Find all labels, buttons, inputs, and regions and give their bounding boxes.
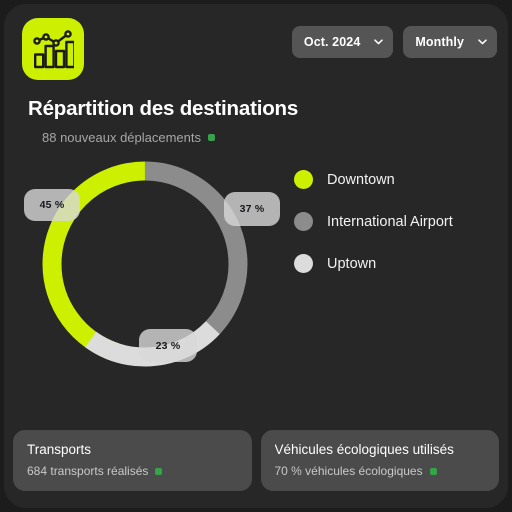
legend-item-international-airport[interactable]: International Airport (294, 212, 453, 231)
stat-card-transports-subtitle: 684 transports réalisés (27, 464, 149, 478)
status-badge-icon (208, 134, 216, 141)
legend-swatch-downtown-icon (294, 170, 313, 189)
period-frequency-label: Monthly (415, 35, 464, 49)
chart-legend: Downtown International Airport Uptown (294, 170, 453, 273)
header-filters: Oct. 2024 Monthly (291, 26, 497, 58)
legend-label-downtown: Downtown (327, 171, 395, 188)
stat-card-eco-vehicles-title: Véhicules écologiques utilisés (274, 442, 454, 457)
page-subtitle: 88 nouveaux déplacements (42, 130, 202, 145)
dashboard-panel: Oct. 2024 Monthly Répartition des destin… (4, 4, 508, 508)
donut-label-downtown-text: 45 % (39, 199, 65, 211)
bar-line-chart-icon (32, 29, 74, 69)
legend-label-international-airport: International Airport (327, 213, 453, 230)
period-month-label: Oct. 2024 (303, 35, 361, 49)
period-month-select[interactable]: Oct. 2024 (291, 26, 394, 58)
donut-chart: 45 % 37 % 23 % (18, 154, 280, 394)
stat-card-eco-vehicles-subtitle-row: 70 % véhicules écologiques (275, 464, 486, 478)
legend-item-uptown[interactable]: Uptown (294, 254, 453, 273)
page-title: Répartition des destinations (28, 97, 299, 120)
app-logo (22, 18, 84, 80)
legend-item-downtown[interactable]: Downtown (294, 170, 453, 189)
stat-cards: Transports 684 transports réalisés Véhic… (13, 430, 499, 491)
legend-swatch-international-airport-icon (294, 212, 313, 231)
donut-label-uptown: 23 % (139, 329, 197, 362)
stat-card-transports-title: Transports (27, 442, 92, 457)
donut-label-international-airport: 37 % (224, 192, 280, 226)
period-frequency-select[interactable]: Monthly (403, 26, 497, 58)
chevron-down-icon (478, 39, 487, 45)
legend-swatch-uptown-icon (294, 254, 313, 273)
dashboard-root: Oct. 2024 Monthly Répartition des destin… (0, 0, 512, 512)
donut-label-downtown: 45 % (24, 189, 80, 221)
donut-label-uptown-text: 23 % (155, 339, 181, 352)
header: Oct. 2024 Monthly (4, 4, 508, 86)
donut-label-international-airport-text: 37 % (239, 203, 265, 215)
legend-label-uptown: Uptown (327, 255, 377, 272)
status-badge-icon (155, 467, 163, 475)
stat-card-eco-vehicles[interactable]: Véhicules écologiques utilisés 70 % véhi… (260, 430, 499, 491)
stat-card-transports-subtitle-row: 684 transports réalisés (27, 464, 238, 478)
status-badge-icon (429, 467, 437, 475)
stat-card-eco-vehicles-subtitle: 70 % véhicules écologiques (274, 464, 423, 478)
chevron-down-icon (374, 39, 384, 45)
stat-card-transports[interactable]: Transports 684 transports réalisés (13, 430, 252, 491)
subtitle-row: 88 nouveaux déplacements (42, 130, 216, 145)
